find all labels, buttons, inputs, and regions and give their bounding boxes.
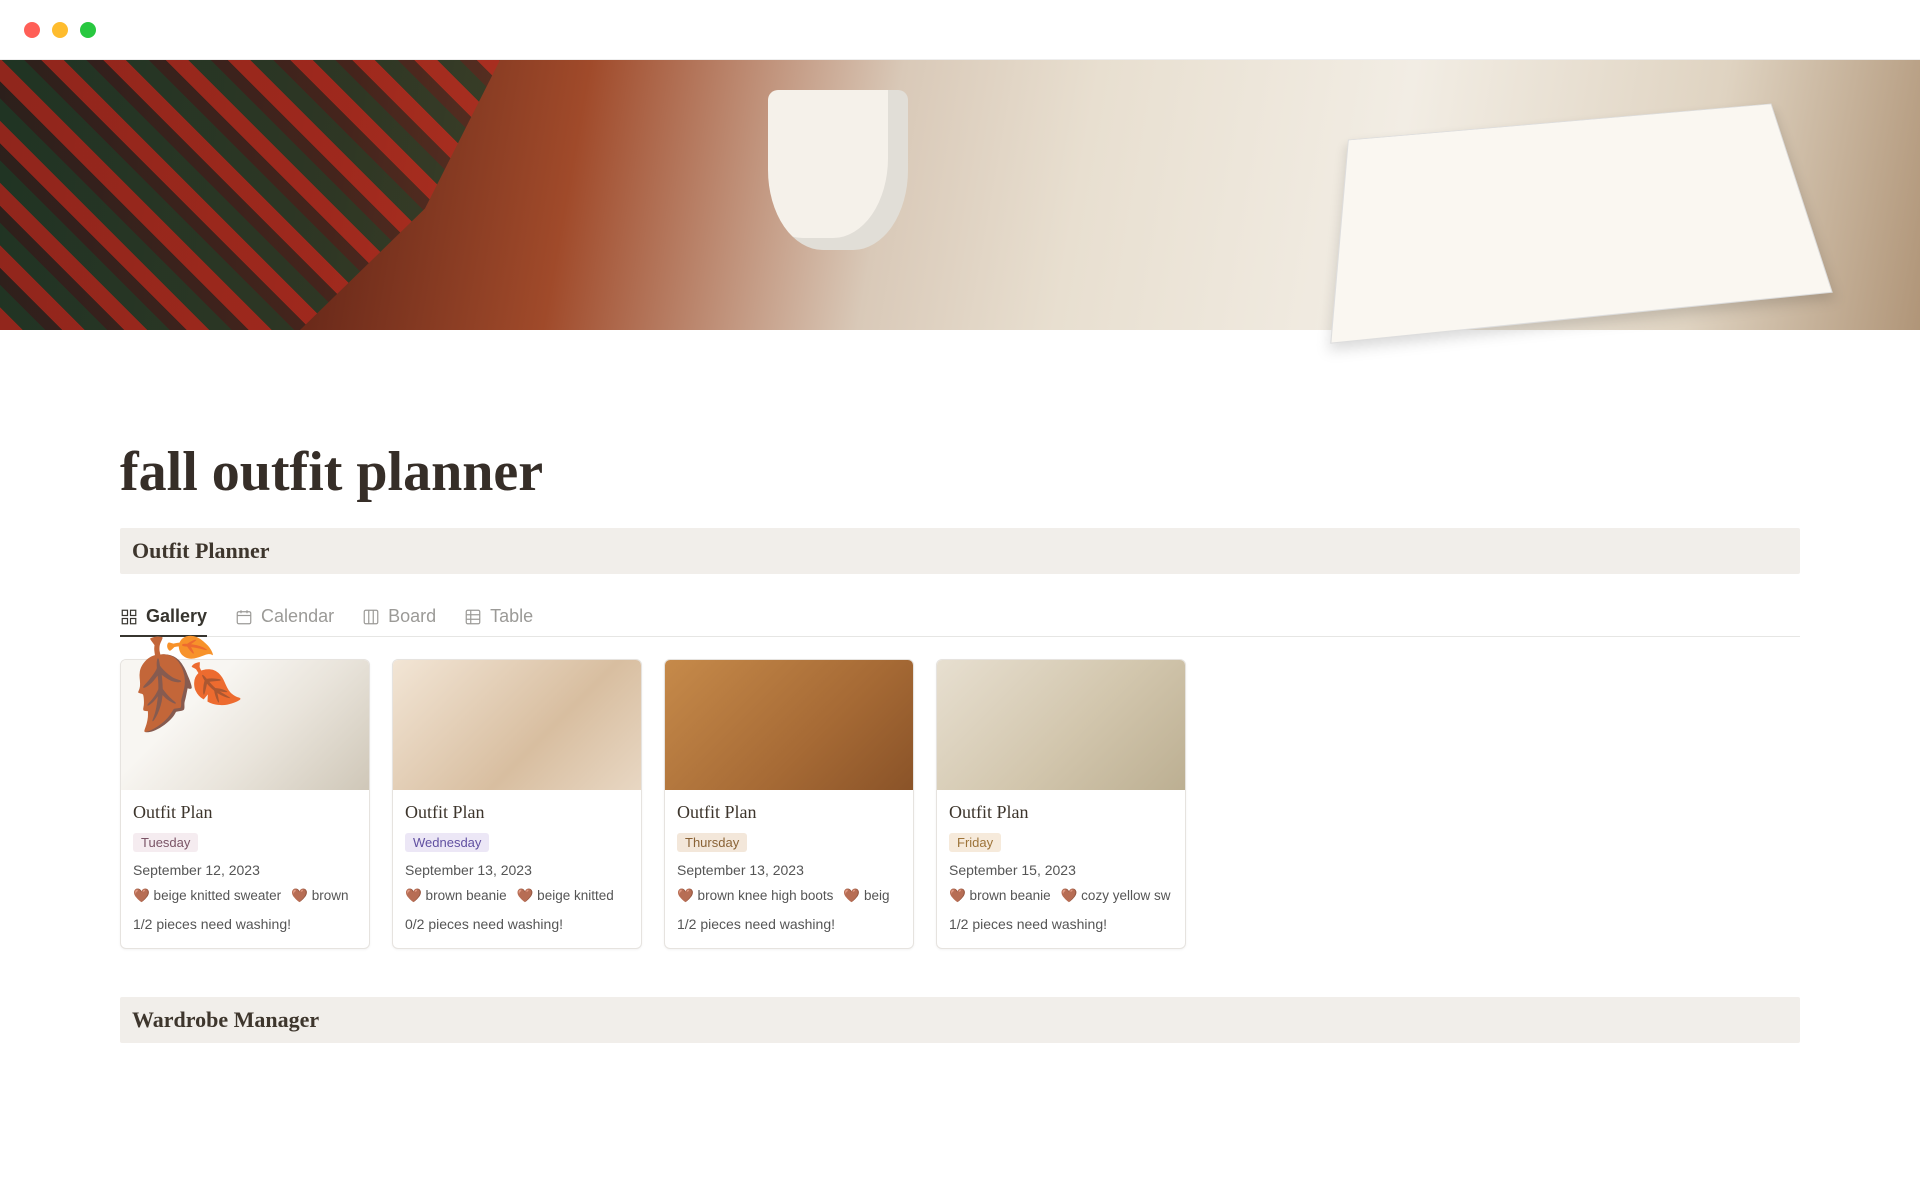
section-header-outfit-planner: Outfit Planner xyxy=(120,528,1800,574)
day-tag: Friday xyxy=(949,833,1001,852)
card-pieces: 🤎 brown beanie 🤎 beige knitted xyxy=(405,888,629,904)
piece-tag: 🤎 cozy yellow sw xyxy=(1061,888,1171,904)
gallery-icon xyxy=(120,608,138,626)
card-title: Outfit Plan xyxy=(405,802,629,823)
card-pieces: 🤎 beige knitted sweater 🤎 brown xyxy=(133,888,357,904)
tab-calendar-label: Calendar xyxy=(261,606,334,627)
card-wash-status: 1/2 pieces need washing! xyxy=(133,916,357,932)
page-content: 🍂 fall outfit planner Outfit Planner Gal… xyxy=(0,330,1920,1043)
card-wash-status: 1/2 pieces need washing! xyxy=(677,916,901,932)
cover-image[interactable] xyxy=(0,60,1920,330)
card-body: Outfit Plan Thursday September 13, 2023 🤎 b… xyxy=(665,790,913,948)
card-date: September 12, 2023 xyxy=(133,862,357,878)
piece-tag: 🤎 brown xyxy=(291,888,348,904)
calendar-icon xyxy=(235,608,253,626)
card-title: Outfit Plan xyxy=(949,802,1173,823)
card-pieces: 🤎 brown beanie 🤎 cozy yellow sw xyxy=(949,888,1173,904)
tab-board-label: Board xyxy=(388,606,436,627)
card-body: Outfit Plan Friday September 15, 2023 🤎 bro… xyxy=(937,790,1185,948)
page-title[interactable]: fall outfit planner xyxy=(120,440,1800,504)
table-icon xyxy=(464,608,482,626)
card-date: September 15, 2023 xyxy=(949,862,1173,878)
tab-board[interactable]: Board xyxy=(362,598,436,635)
piece-tag: 🤎 beige knitted sweater xyxy=(133,888,281,904)
card-body: Outfit Plan Wednesday September 13, 2023 🤎 … xyxy=(393,790,641,948)
card-body: Outfit Plan Tuesday September 12, 2023 🤎 be… xyxy=(121,790,369,948)
section-header-wardrobe-manager: Wardrobe Manager xyxy=(120,997,1800,1043)
card-cover-image xyxy=(393,660,641,790)
tab-table-label: Table xyxy=(490,606,533,627)
card-pieces: 🤎 brown knee high boots 🤎 beig xyxy=(677,888,901,904)
tab-table[interactable]: Table xyxy=(464,598,533,635)
board-icon xyxy=(362,608,380,626)
piece-tag: 🤎 beige knitted xyxy=(517,888,614,904)
card-title: Outfit Plan xyxy=(133,802,357,823)
gallery-card[interactable]: Outfit Plan Friday September 15, 2023 🤎 bro… xyxy=(936,659,1186,949)
gallery-card[interactable]: Outfit Plan Wednesday September 13, 2023 🤎 … xyxy=(392,659,642,949)
card-date: September 13, 2023 xyxy=(677,862,901,878)
card-cover-image xyxy=(937,660,1185,790)
day-tag: Wednesday xyxy=(405,833,489,852)
card-title: Outfit Plan xyxy=(677,802,901,823)
view-tabs: Gallery Calendar Board Table xyxy=(120,598,1800,637)
piece-tag: 🤎 brown knee high boots xyxy=(677,888,833,904)
piece-tag: 🤎 brown beanie xyxy=(949,888,1051,904)
piece-tag: 🤎 brown beanie xyxy=(405,888,507,904)
day-tag: Thursday xyxy=(677,833,747,852)
piece-tag: 🤎 beig xyxy=(843,888,889,904)
window-chrome xyxy=(0,0,1920,60)
traffic-light-minimize[interactable] xyxy=(52,22,68,38)
traffic-light-close[interactable] xyxy=(24,22,40,38)
card-date: September 13, 2023 xyxy=(405,862,629,878)
card-cover-image xyxy=(665,660,913,790)
gallery-card[interactable]: Outfit Plan Thursday September 13, 2023 🤎 b… xyxy=(664,659,914,949)
day-tag: Tuesday xyxy=(133,833,198,852)
cover-decor-plaid xyxy=(0,60,500,330)
card-wash-status: 1/2 pieces need washing! xyxy=(949,916,1173,932)
gallery-view: Outfit Plan Tuesday September 12, 2023 🤎 be… xyxy=(120,659,1800,949)
tab-calendar[interactable]: Calendar xyxy=(235,598,334,635)
card-wash-status: 0/2 pieces need washing! xyxy=(405,916,629,932)
traffic-light-zoom[interactable] xyxy=(80,22,96,38)
